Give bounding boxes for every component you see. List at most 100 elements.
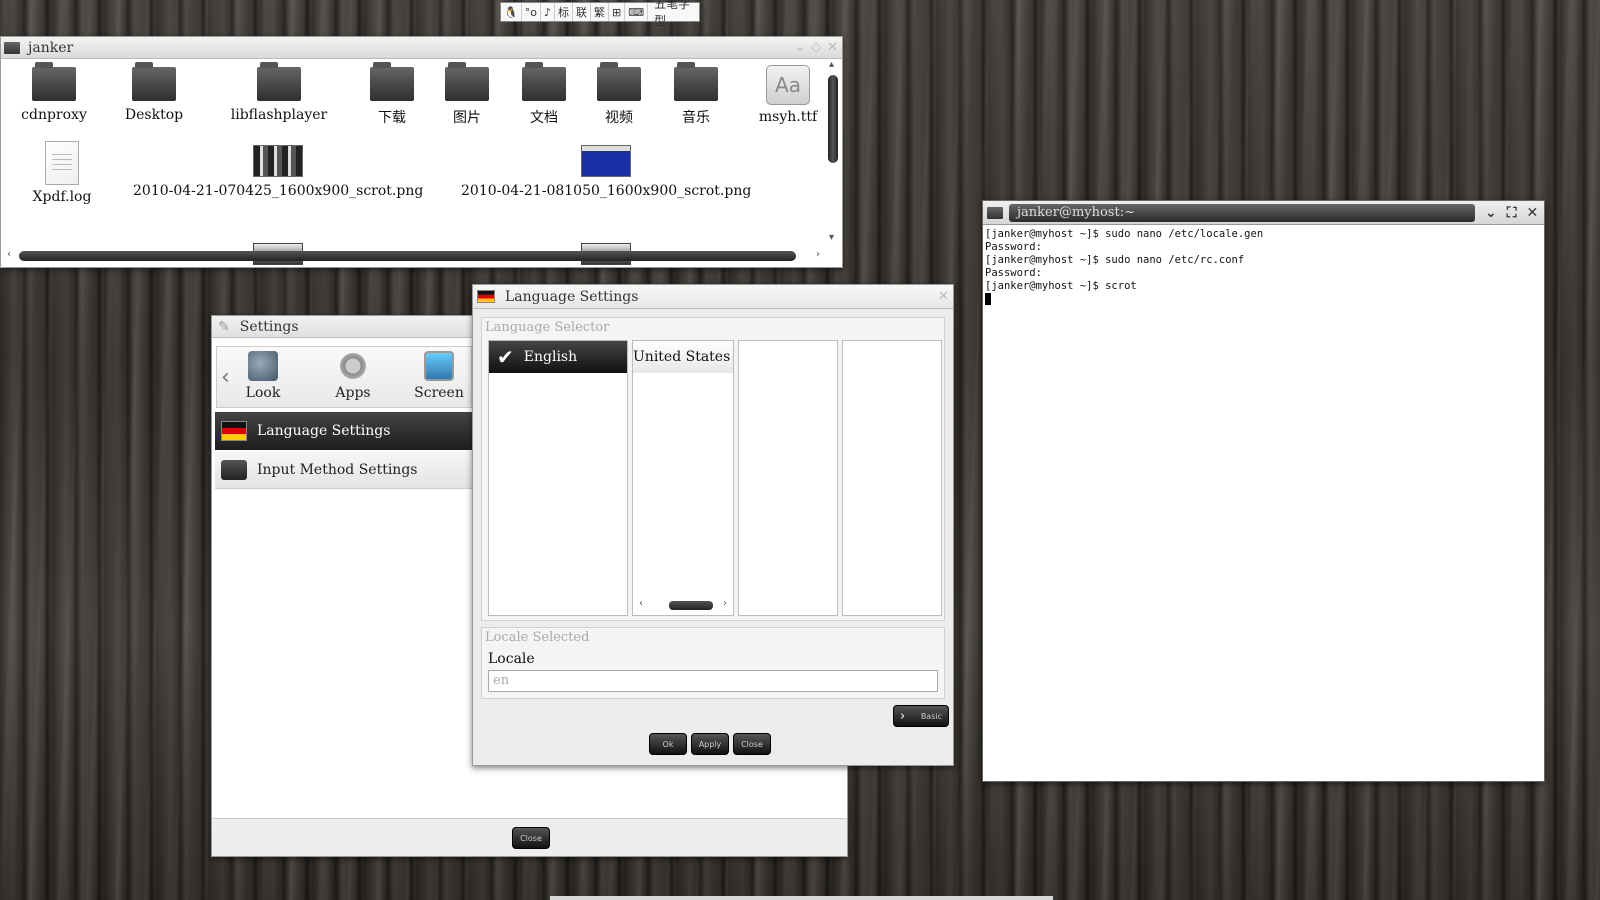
- settings-close-button[interactable]: Close: [512, 827, 550, 849]
- scrollbar-thumb[interactable]: [828, 75, 838, 163]
- scrollbar-thumb[interactable]: [669, 601, 713, 610]
- terminal-icon: [987, 206, 1003, 219]
- look-icon: [248, 351, 278, 381]
- ime-toggle-1[interactable]: 标: [555, 3, 573, 21]
- ime-toggle-3[interactable]: 繁: [591, 3, 609, 21]
- punctuation-icon[interactable]: °o: [522, 3, 541, 21]
- close-icon[interactable]: ✕: [938, 289, 949, 304]
- gear-icon: [338, 351, 368, 381]
- minimize-icon[interactable]: ⌄: [794, 40, 805, 55]
- language-settings-dialog: Language Settings ✕ Language Selector ✔ …: [472, 284, 954, 766]
- document-icon: [45, 141, 79, 185]
- ok-button[interactable]: Ok: [649, 733, 687, 755]
- note-icon[interactable]: ♪: [541, 3, 555, 21]
- lock-icon[interactable]: ⊞: [609, 3, 626, 21]
- file-item[interactable]: 下载: [367, 62, 417, 127]
- window-title: Settings: [239, 318, 299, 335]
- terminal-line: Password:: [985, 267, 1042, 279]
- scroll-left-icon[interactable]: ‹: [639, 598, 643, 609]
- scroll-right-icon[interactable]: ›: [816, 249, 820, 260]
- locale-selected-group: Locale Selected Locale: [481, 627, 945, 699]
- file-item[interactable]: 2010-04-21-081050_1600x900_scrot.png: [461, 145, 751, 199]
- file-item[interactable]: libflashplayer: [221, 62, 337, 123]
- horizontal-scrollbar[interactable]: ‹ ›: [637, 598, 729, 611]
- flag-icon: [221, 421, 247, 441]
- menu-item-language-settings[interactable]: Language Settings: [215, 412, 473, 450]
- language-list[interactable]: ✔ English: [488, 340, 628, 616]
- language-option-selected[interactable]: ✔ English: [489, 341, 627, 373]
- horizontal-scrollbar[interactable]: ‹ ›: [5, 249, 820, 262]
- category-apps[interactable]: Apps: [323, 351, 383, 401]
- keyboard-icon[interactable]: ⌨: [625, 3, 649, 21]
- penguin-icon[interactable]: 🐧: [501, 3, 522, 21]
- settings-titlebar[interactable]: ✎ Settings: [212, 316, 474, 338]
- ime-toggle-2[interactable]: 联: [573, 3, 591, 21]
- terminal-line: [janker@myhost ~]$ sudo nano /etc/rc.con…: [985, 254, 1245, 266]
- back-arrow-icon[interactable]: ‹: [221, 365, 230, 390]
- encoding-list[interactable]: [842, 340, 942, 616]
- category-bar: ‹ Look Apps Screen: [216, 346, 472, 408]
- folder-icon: [32, 62, 76, 101]
- chevron-down-icon[interactable]: ⌄: [1485, 205, 1497, 221]
- close-icon[interactable]: ✕: [1527, 205, 1539, 221]
- settings-footer: Close: [212, 818, 847, 856]
- file-item[interactable]: 图片: [442, 62, 492, 127]
- terminal-output[interactable]: [janker@myhost ~]$ sudo nano /etc/locale…: [983, 225, 1544, 309]
- file-item[interactable]: 文档: [519, 62, 569, 127]
- folder-icon: [370, 62, 414, 101]
- scroll-left-icon[interactable]: ‹: [7, 249, 11, 260]
- folder-icon: [522, 62, 566, 101]
- terminal-titlebar[interactable]: janker@myhost:~ ⌄ ⛶ ✕: [983, 201, 1544, 225]
- close-icon[interactable]: ✕: [827, 40, 838, 55]
- file-item[interactable]: 音乐: [671, 62, 721, 127]
- file-item[interactable]: Xpdf.log: [27, 141, 97, 205]
- file-manager-titlebar[interactable]: janker ⌄ ◇ ✕: [1, 37, 842, 59]
- fullscreen-icon[interactable]: ⛶: [1507, 205, 1517, 221]
- maximize-icon[interactable]: ◇: [811, 40, 821, 55]
- folder-icon: [597, 62, 641, 101]
- close-button[interactable]: Close: [733, 733, 771, 755]
- file-item[interactable]: Desktop: [119, 62, 189, 123]
- scroll-up-icon[interactable]: ▴: [829, 59, 834, 70]
- category-look[interactable]: Look: [233, 351, 293, 401]
- variant-list[interactable]: [738, 340, 838, 616]
- menu-item-input-method-settings[interactable]: Input Method Settings: [215, 451, 473, 489]
- monitor-icon: [424, 351, 454, 381]
- folder-icon: [674, 62, 718, 101]
- file-item[interactable]: cdnproxy: [21, 62, 87, 123]
- file-item[interactable]: 2010-04-21-070425_1600x900_scrot.png: [133, 145, 423, 199]
- file-manager-window: janker ⌄ ◇ ✕ cdnproxy Desktop libflashpl…: [0, 36, 843, 268]
- terminal-line: [janker@myhost ~]$ scrot: [985, 280, 1137, 292]
- terminal-tab[interactable]: janker@myhost:~: [1009, 203, 1475, 222]
- language-selector-group: Language Selector ✔ English United State…: [481, 317, 945, 621]
- wrench-icon: ✎: [218, 318, 230, 335]
- category-screen[interactable]: Screen: [409, 351, 469, 401]
- window-title: Language Settings: [505, 288, 639, 305]
- image-thumbnail-icon: [253, 145, 303, 177]
- scroll-right-icon[interactable]: ›: [723, 598, 727, 609]
- file-item[interactable]: 视频: [594, 62, 644, 127]
- window-icon: [4, 41, 20, 54]
- checkmark-icon: ✔: [497, 345, 514, 369]
- apply-button[interactable]: Apply: [691, 733, 729, 755]
- country-list[interactable]: United States ‹ ›: [632, 340, 734, 616]
- basic-button[interactable]: › Basic: [893, 705, 949, 727]
- keyboard-hand-icon: [221, 459, 247, 480]
- group-label: Locale Selected: [485, 630, 590, 645]
- ime-status-bar[interactable]: 🐧 °o ♪ 标 联 繁 ⊞ ⌨ 五笔字型: [500, 0, 700, 28]
- file-grid: cdnproxy Desktop libflashplayer 下载 图片 文档…: [1, 59, 842, 266]
- chevron-right-icon: ›: [900, 708, 906, 724]
- ime-mode-label[interactable]: 五笔字型: [648, 0, 699, 29]
- scroll-down-icon[interactable]: ▾: [829, 232, 834, 243]
- terminal-line: [janker@myhost ~]$ sudo nano /etc/locale…: [985, 228, 1264, 240]
- vertical-scrollbar[interactable]: ▴ ▾: [827, 59, 839, 243]
- locale-input[interactable]: [488, 669, 938, 692]
- terminal-window[interactable]: janker@myhost:~ ⌄ ⛶ ✕ [janker@myhost ~]$…: [982, 200, 1545, 782]
- file-item[interactable]: Aa msyh.ttf: [753, 65, 823, 125]
- scrollbar-thumb[interactable]: [19, 251, 796, 261]
- folder-icon: [445, 62, 489, 101]
- folder-icon: [257, 62, 301, 101]
- language-dialog-titlebar[interactable]: Language Settings ✕: [473, 285, 953, 309]
- country-option[interactable]: United States: [633, 341, 733, 373]
- taskbar-edge: [550, 896, 1053, 900]
